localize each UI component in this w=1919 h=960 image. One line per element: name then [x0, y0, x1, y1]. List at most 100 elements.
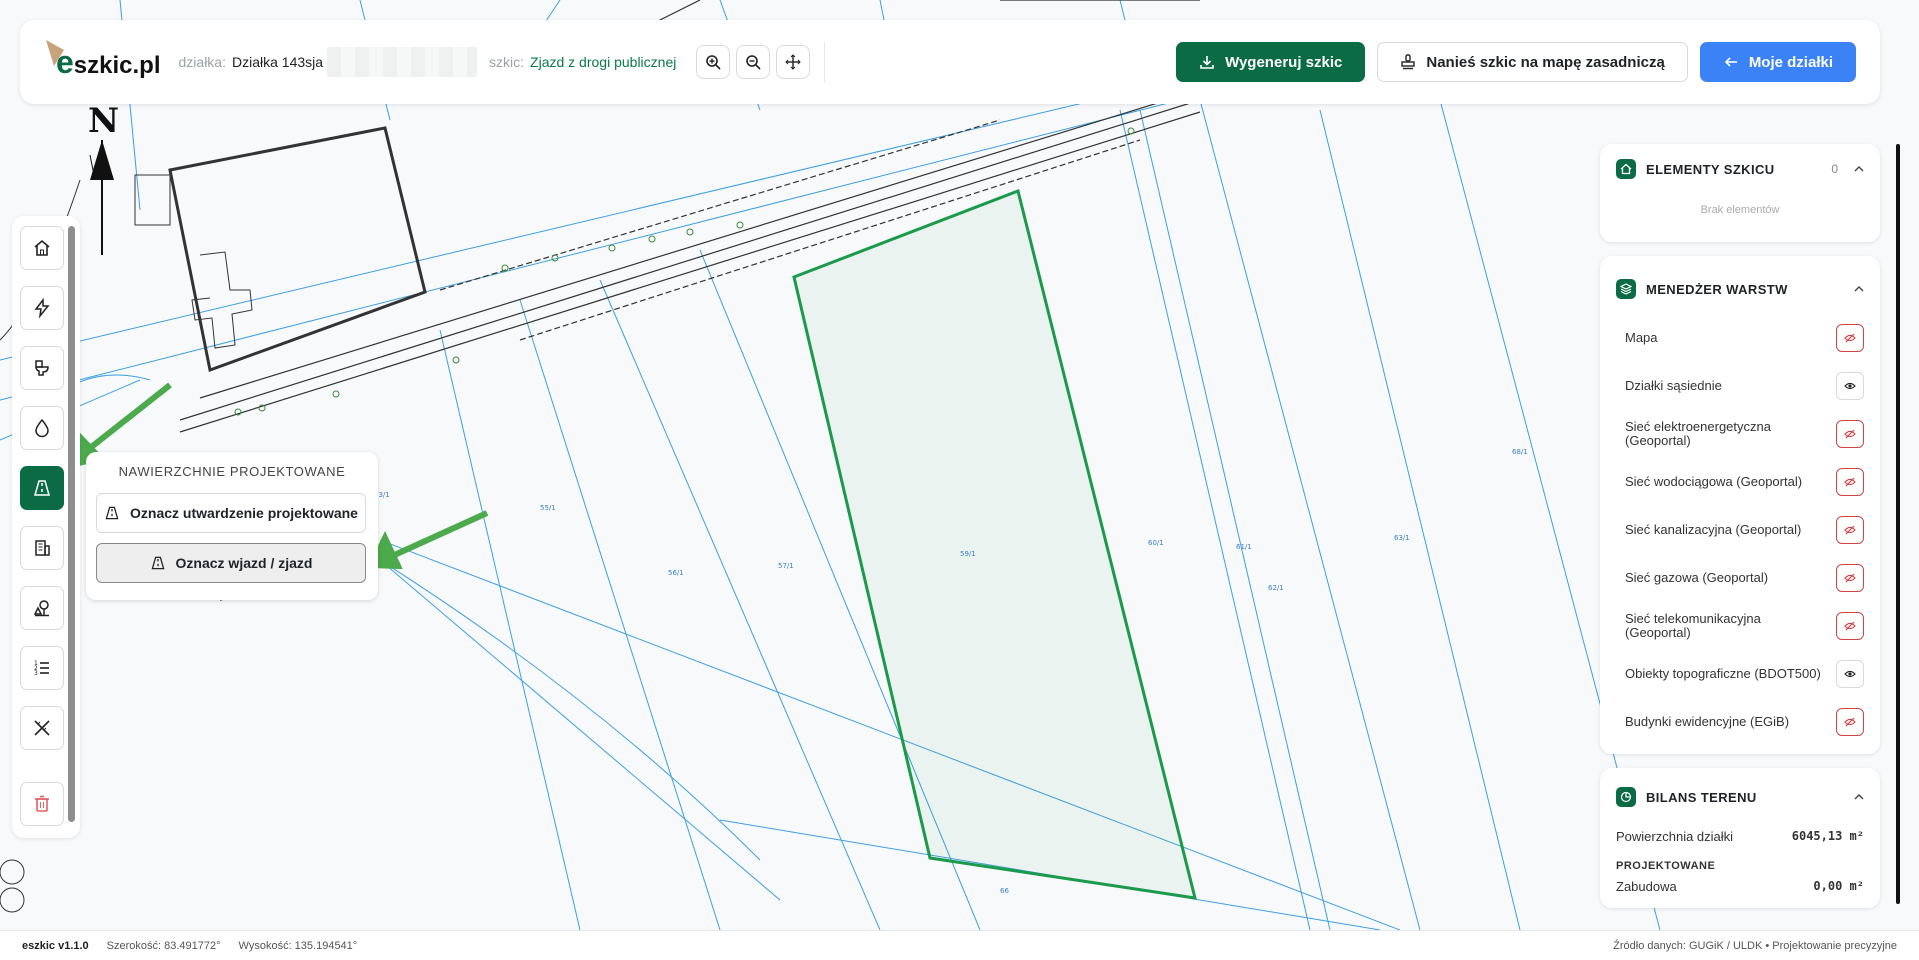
- numbered-list-icon: 123: [34, 660, 49, 677]
- tool-sewage-button[interactable]: [20, 346, 64, 390]
- layer-label: Sieć telekomunikacyjna (Geoportal): [1625, 611, 1761, 640]
- pan-button[interactable]: [776, 45, 811, 79]
- tool-greenery-button[interactable]: [20, 586, 64, 630]
- overlay-sketch-button[interactable]: Nanieś szkic na mapę zasadniczą: [1377, 42, 1688, 82]
- svg-text:63/1: 63/1: [1394, 534, 1410, 542]
- svg-text:60/1: 60/1: [1148, 539, 1164, 547]
- mark-driveway-label: Oznacz wjazd / zjazd: [175, 555, 313, 571]
- stamp-icon: [1401, 54, 1416, 70]
- terrain-balance-header[interactable]: BILANS TERENU: [1600, 772, 1880, 822]
- plot-area-value: 6045,13 m²: [1791, 829, 1864, 843]
- eye-off-icon: [1844, 333, 1856, 343]
- flyout-title: NAWIERZCHNIE PROJEKTOWANE: [118, 464, 346, 479]
- layer-visible-toggle[interactable]: [1836, 372, 1864, 400]
- layers-icon: [1616, 279, 1636, 299]
- building-icon: [35, 540, 50, 556]
- svg-text:3: 3: [34, 670, 38, 677]
- buildings-area-label: Zabudowa: [1616, 878, 1677, 894]
- layer-label: Obiekty topograficzne (BDOT500): [1625, 666, 1821, 681]
- right-panel-scrollbar[interactable]: [1896, 144, 1900, 904]
- top-bar: e szkic.pl działka: Działka 143sja szkic…: [20, 20, 1880, 104]
- layer-label: Budynki ewidencyjne (EGiB): [1625, 714, 1790, 729]
- building-outline: [168, 126, 427, 373]
- surfaces-flyout: NAWIERZCHNIE PROJEKTOWANE Oznacz utwardz…: [86, 452, 378, 600]
- home-icon: [34, 239, 50, 256]
- tool-delete-button[interactable]: [20, 782, 64, 826]
- tool-list-button[interactable]: 123: [20, 646, 64, 690]
- layer-visible-toggle[interactable]: [1836, 660, 1864, 688]
- logo-mark-icon: [46, 40, 64, 66]
- road-icon: [105, 506, 119, 520]
- zoom-in-button[interactable]: [696, 45, 731, 79]
- trees-icon: [33, 600, 49, 617]
- layer-hidden-toggle[interactable]: [1836, 708, 1864, 736]
- layer-hidden-toggle[interactable]: [1836, 612, 1864, 640]
- svg-text:55/1: 55/1: [540, 504, 556, 512]
- layer-label: Działki sąsiednie: [1625, 378, 1722, 393]
- sketch-elements-count: 0: [1831, 162, 1838, 176]
- layer-manager-panel: MENEDŻER WARSTW Mapa Działki sąsiednie Sie…: [1600, 256, 1880, 754]
- plot-id-redacted: [327, 47, 478, 77]
- pie-chart-icon: [1616, 787, 1636, 807]
- zoom-in-icon: [706, 55, 721, 70]
- sketch-elements-title: ELEMENTY SZKICU: [1646, 161, 1775, 177]
- chevron-up-icon[interactable]: [1854, 284, 1864, 294]
- layer-row: Sieć telekomunikacyjna (Geoportal): [1600, 602, 1880, 650]
- tool-measure-button[interactable]: [20, 706, 64, 750]
- droplet-icon: [35, 418, 49, 438]
- buildings-area-row: Zabudowa 0,00 m²: [1600, 872, 1880, 900]
- layer-row: Działki sąsiednie: [1600, 362, 1880, 410]
- zoom-out-button[interactable]: [736, 45, 771, 79]
- plot-area-label: Powierzchnia działki: [1616, 828, 1734, 844]
- chevron-up-icon[interactable]: [1854, 792, 1864, 802]
- toilet-icon: [35, 360, 49, 376]
- lightning-icon: [34, 298, 50, 318]
- sketch-elements-header[interactable]: ELEMENTY SZKICU 0: [1600, 144, 1880, 194]
- layer-label: Sieć kanalizacyjna (Geoportal): [1625, 522, 1802, 537]
- layer-list: Mapa Działki sąsiednie Sieć elektroenerget…: [1600, 314, 1880, 746]
- generate-sketch-button[interactable]: Wygeneruj szkic: [1176, 42, 1366, 82]
- layer-hidden-toggle[interactable]: [1836, 516, 1864, 544]
- north-arrow: [89, 140, 114, 255]
- download-icon: [1200, 56, 1214, 69]
- tool-surfaces-button[interactable]: [20, 466, 64, 510]
- left-toolbar-scrollbar[interactable]: [68, 226, 75, 822]
- chevron-up-icon[interactable]: [1854, 164, 1864, 174]
- layer-row: Mapa: [1600, 314, 1880, 362]
- layer-hidden-toggle[interactable]: [1836, 324, 1864, 352]
- layer-hidden-toggle[interactable]: [1836, 468, 1864, 496]
- tool-electricity-button[interactable]: [20, 286, 64, 330]
- mark-driveway-button[interactable]: Oznacz wjazd / zjazd: [96, 543, 366, 583]
- selected-plot[interactable]: [792, 188, 1198, 900]
- tool-buildings-button[interactable]: [20, 526, 64, 570]
- svg-text:59/1: 59/1: [960, 550, 976, 558]
- layer-hidden-toggle[interactable]: [1836, 564, 1864, 592]
- eye-off-icon: [1844, 573, 1856, 583]
- layer-label: Sieć gazowa (Geoportal): [1625, 570, 1769, 585]
- eye-off-icon: [1844, 477, 1856, 487]
- svg-text:57/1: 57/1: [778, 562, 794, 570]
- layer-row: Obiekty topograficzne (BDOT500): [1600, 650, 1880, 698]
- terrain-balance-panel: BILANS TERENU Powierzchnia działki 6045,…: [1600, 768, 1880, 908]
- layer-hidden-toggle[interactable]: [1836, 420, 1864, 448]
- terrain-balance-title: BILANS TERENU: [1646, 789, 1757, 805]
- layer-row: Sieć wodociągowa (Geoportal): [1600, 458, 1880, 506]
- logo-text: szkic.pl: [73, 52, 161, 79]
- mark-pavement-label: Oznacz utwardzenie projektowane: [130, 505, 358, 521]
- logo[interactable]: e szkic.pl: [44, 40, 161, 79]
- svg-text:68/1: 68/1: [1512, 448, 1528, 456]
- my-plots-button[interactable]: Moje działki: [1699, 42, 1856, 82]
- tool-home-button[interactable]: [20, 226, 64, 270]
- svg-text:56/1: 56/1: [668, 569, 684, 577]
- zoom-out-icon: [746, 55, 761, 70]
- header-divider: [824, 42, 826, 82]
- longitude-readout: Wysokość: 135.194541°: [238, 939, 358, 952]
- mark-pavement-button[interactable]: Oznacz utwardzenie projektowane: [96, 493, 366, 533]
- tool-water-button[interactable]: [20, 406, 64, 450]
- layer-row: Sieć elektroenergetyczna (Geoportal): [1600, 410, 1880, 458]
- sketch-elements-panel: ELEMENTY SZKICU 0 Brak elementów: [1600, 144, 1880, 242]
- move-icon: [785, 54, 802, 70]
- arrow-left-icon: [1724, 57, 1737, 67]
- status-bar: eszkic v1.1.0 Szerokość: 83.491772° Wyso…: [0, 930, 1919, 960]
- layer-manager-header[interactable]: MENEDŻER WARSTW: [1600, 264, 1880, 314]
